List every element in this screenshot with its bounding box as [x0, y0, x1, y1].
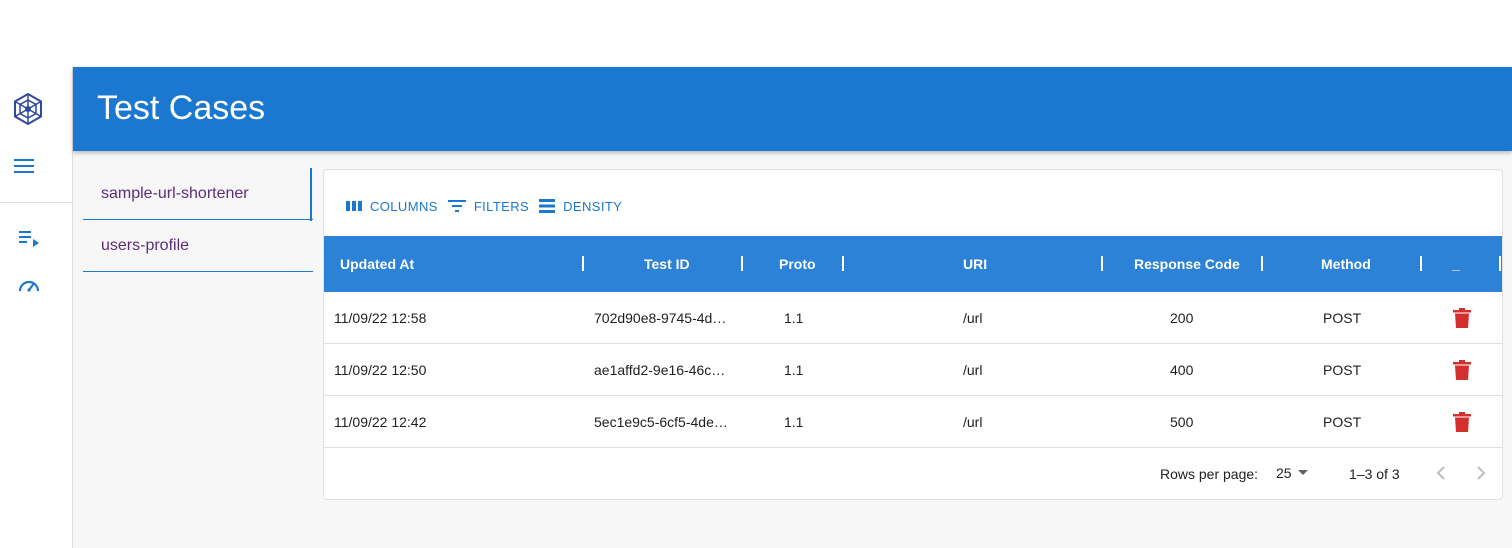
service-tabs: sample-url-shortener users-profile: [83, 168, 313, 272]
column-separator[interactable]: [582, 256, 584, 271]
playlist-play-icon[interactable]: [17, 227, 41, 251]
pagination-range: 1–3 of 3: [1349, 466, 1400, 482]
app-header: Test Cases: [73, 67, 1512, 151]
cell-method: POST: [1323, 310, 1362, 326]
table-row[interactable]: 11/09/22 12:58 702d90e8-9745-4d… 1.1 /ur…: [324, 292, 1502, 344]
cell-response-code: 400: [1170, 362, 1194, 378]
dropdown-arrow-icon: [1297, 470, 1308, 475]
speedometer-icon[interactable]: [17, 274, 41, 298]
column-header-uri[interactable]: URI: [963, 236, 987, 292]
cell-method: POST: [1323, 414, 1362, 430]
columns-icon: [346, 201, 362, 211]
filter-icon: [447, 200, 466, 212]
cell-test-id: 702d90e8-9745-4d…: [594, 310, 727, 326]
cell-response-code: 500: [1170, 414, 1194, 430]
cell-updated-at: 11/09/22 12:50: [334, 362, 427, 378]
cell-test-id: 5ec1e9c5-6cf5-4de…: [594, 414, 728, 430]
column-header-method[interactable]: Method: [1321, 236, 1371, 292]
column-separator[interactable]: [842, 256, 844, 271]
filters-label: FILTERS: [473, 198, 530, 214]
column-separator[interactable]: [1261, 256, 1263, 271]
cell-uri: /url: [963, 414, 983, 430]
cell-updated-at: 11/09/22 12:42: [334, 414, 427, 430]
density-label: DENSITY: [563, 198, 623, 214]
tab-users-profile[interactable]: users-profile: [83, 220, 313, 272]
rows-per-page-value: 25: [1276, 465, 1292, 481]
menu-icon[interactable]: [13, 157, 35, 175]
delete-icon[interactable]: [1453, 308, 1471, 328]
column-separator[interactable]: [741, 256, 743, 271]
rail-divider: [0, 202, 72, 203]
cell-proto: 1.1: [784, 414, 804, 430]
cell-method: POST: [1323, 362, 1362, 378]
tab-selected-indicator: [310, 168, 312, 221]
column-separator[interactable]: [1101, 256, 1103, 271]
filters-button[interactable]: FILTERS: [447, 198, 530, 214]
cell-test-id: ae1affd2-9e16-46c…: [594, 362, 726, 378]
pagination-footer: Rows per page: 25 1–3 of 3: [324, 447, 1502, 499]
column-separator[interactable]: [1499, 256, 1501, 271]
cell-uri: /url: [963, 310, 983, 326]
cell-proto: 1.1: [784, 362, 804, 378]
density-button[interactable]: DENSITY: [539, 199, 622, 214]
grid-toolbar: COLUMNS FILTERS DENSITY: [346, 196, 632, 216]
table-row[interactable]: 11/09/22 12:50 ae1affd2-9e16-46c… 1.1 /u…: [324, 344, 1502, 396]
rows-per-page-label: Rows per page:: [1160, 466, 1259, 482]
cell-response-code: 200: [1170, 310, 1194, 326]
column-header-actions[interactable]: _: [1452, 236, 1460, 292]
network-logo-icon[interactable]: [11, 92, 45, 126]
density-icon: [539, 199, 556, 213]
column-header-updated-at[interactable]: Updated At: [340, 236, 414, 292]
side-rail: [0, 67, 73, 548]
tab-sample-url-shortener[interactable]: sample-url-shortener: [83, 168, 313, 220]
columns-label: COLUMNS: [370, 198, 438, 214]
table-row[interactable]: 11/09/22 12:42 5ec1e9c5-6cf5-4de… 1.1 /u…: [324, 396, 1502, 448]
column-header-test-id[interactable]: Test ID: [644, 236, 690, 292]
page-title: Test Cases: [97, 89, 266, 127]
column-header-response-code[interactable]: Response Code: [1134, 236, 1240, 292]
rows-per-page-select[interactable]: 25: [1276, 465, 1308, 481]
chevron-right-icon[interactable]: [1470, 463, 1490, 483]
delete-icon[interactable]: [1453, 412, 1471, 432]
cell-uri: /url: [963, 362, 983, 378]
cell-proto: 1.1: [784, 310, 804, 326]
delete-icon[interactable]: [1453, 360, 1471, 380]
table-header-row: Updated At Test ID Proto URI Response Co…: [324, 236, 1502, 292]
chevron-left-icon[interactable]: [1432, 463, 1452, 483]
cell-updated-at: 11/09/22 12:58: [334, 310, 427, 326]
test-cases-grid: COLUMNS FILTERS DENSITY Updated At Test …: [323, 169, 1503, 500]
columns-button[interactable]: COLUMNS: [346, 199, 438, 214]
column-header-proto[interactable]: Proto: [779, 236, 816, 292]
main-content: sample-url-shortener users-profile COLUM…: [73, 151, 1512, 548]
column-separator[interactable]: [1420, 256, 1422, 271]
